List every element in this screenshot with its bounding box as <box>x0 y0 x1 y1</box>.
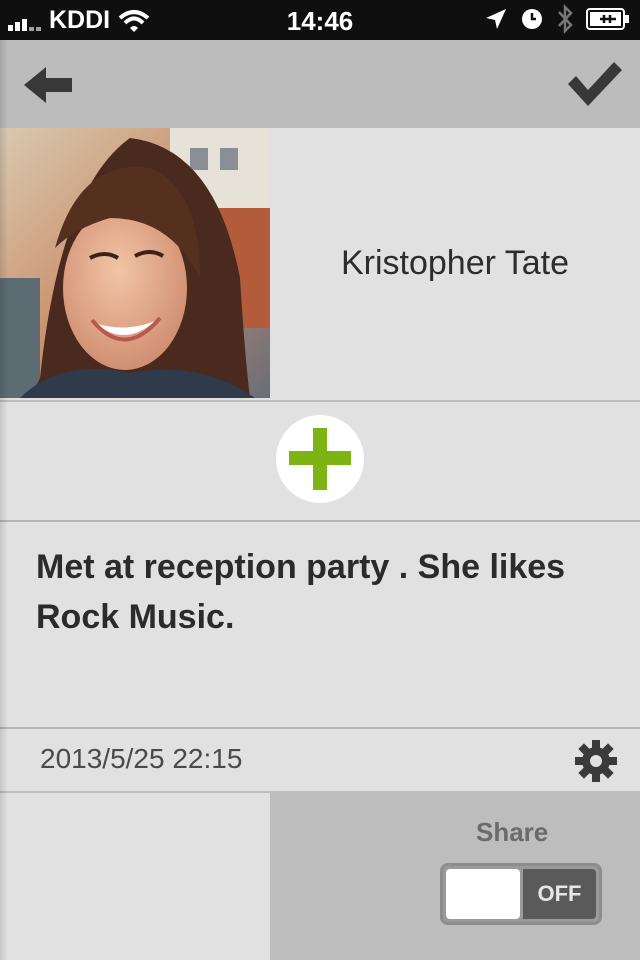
toggle-knob[interactable] <box>446 869 520 919</box>
add-button[interactable] <box>276 415 364 503</box>
note-section[interactable]: Met at reception party . She likes Rock … <box>0 522 640 729</box>
share-toggle[interactable]: OFF <box>440 863 602 925</box>
location-arrow-icon <box>486 9 506 29</box>
done-button[interactable] <box>564 58 624 110</box>
timestamp: 2013/5/25 22:15 <box>40 743 243 774</box>
back-button[interactable] <box>18 60 78 110</box>
gear-icon <box>575 740 617 782</box>
toggle-state-label: OFF <box>523 869 596 919</box>
settings-button[interactable] <box>574 739 618 783</box>
clock-icon <box>522 9 542 29</box>
nav-bar <box>0 40 640 128</box>
status-bar: KDDI 14:46 <box>0 0 640 40</box>
note-text[interactable]: Met at reception party . She likes Rock … <box>36 542 616 642</box>
portrait-photo <box>0 128 270 398</box>
status-right <box>484 4 630 34</box>
date-row: 2013/5/25 22:15 <box>0 729 640 793</box>
checkmark-icon <box>568 62 622 106</box>
contact-name[interactable]: Kristopher Tate <box>270 128 640 398</box>
add-row <box>0 401 640 522</box>
share-label: Share <box>476 817 549 847</box>
left-edge-shadow <box>0 40 8 960</box>
share-panel: Share OFF <box>270 793 640 960</box>
battery-charging-icon <box>586 8 629 30</box>
contact-profile: Kristopher Tate <box>0 128 640 402</box>
bottom-left-panel <box>0 793 270 960</box>
contact-photo[interactable] <box>0 128 270 398</box>
bluetooth-icon <box>558 4 573 34</box>
back-arrow-icon <box>24 67 72 103</box>
